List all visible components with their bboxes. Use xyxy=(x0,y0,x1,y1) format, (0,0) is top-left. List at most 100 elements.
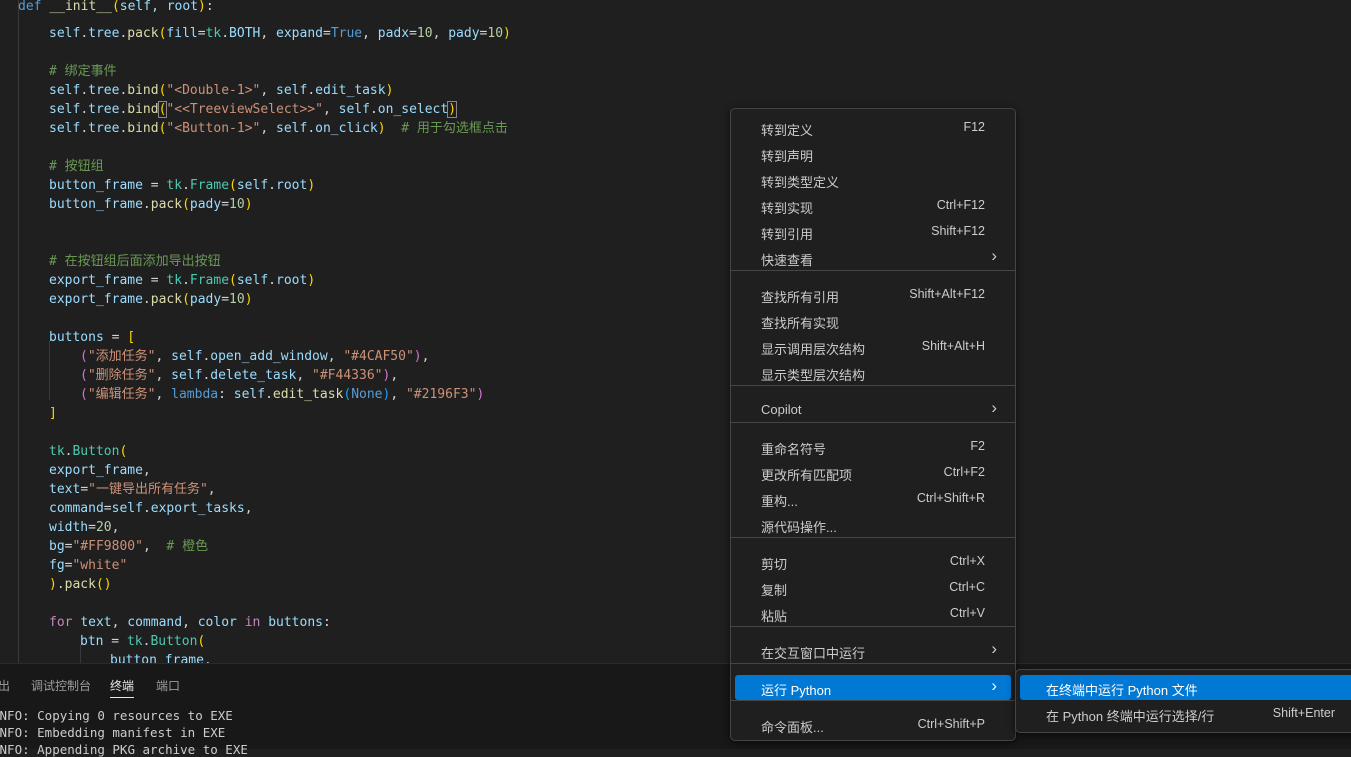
code-token: root xyxy=(276,273,308,288)
code-editor[interactable]: def __init__(self, root): self. tree. pack (… xyxy=(0,0,1351,663)
code-line[interactable]: button_frame, xyxy=(110,651,212,663)
menu-item[interactable]: 更改所有匹配项 Ctrl+F2 xyxy=(735,460,1011,485)
code-token: True xyxy=(330,26,363,41)
code-token: self xyxy=(233,387,266,402)
code-token: self xyxy=(171,368,203,383)
code-token: ) xyxy=(244,197,253,212)
code-line[interactable]: button_frame = tk.Frame(self.root) xyxy=(49,176,315,195)
code-line[interactable]: self.tree.pack(fill=tk.BOTH, expand=True… xyxy=(49,24,511,43)
code-token: : xyxy=(218,387,234,402)
code-line[interactable]: export_frame.pack(pady=10) xyxy=(49,290,253,309)
menu-item[interactable]: 查找所有实现 xyxy=(735,308,1011,333)
code-line[interactable]: ] xyxy=(49,404,57,423)
code-line[interactable]: btn = tk.Button( xyxy=(80,632,205,651)
code-token: pack xyxy=(127,26,159,41)
panel-tab[interactable]: 终端 xyxy=(110,677,135,698)
menu-item[interactable]: 重命名符号 F2 xyxy=(735,434,1011,459)
panel-tab[interactable]: 调试控制台 xyxy=(31,677,91,694)
code-token: pady xyxy=(189,197,222,212)
code-line[interactable]: fg="white" xyxy=(49,556,127,575)
code-line[interactable]: button_frame.pack(pady=10) xyxy=(49,195,253,214)
submenu-item[interactable]: 在 Python 终端中运行选择/行 Shift+Enter xyxy=(1020,701,1351,726)
code-token: [ xyxy=(127,330,136,345)
menu-item[interactable]: 转到实现 Ctrl+F12 xyxy=(735,193,1011,218)
panel-tab[interactable]: 端口 xyxy=(156,677,180,694)
menu-item[interactable]: 命令面板... Ctrl+Shift+P xyxy=(735,712,1011,737)
menu-separator xyxy=(731,422,1015,423)
submenu-item-label: 在终端中运行 Python 文件 xyxy=(1046,683,1198,698)
code-line[interactable]: ("添加任务", self.open_add_window, "#4CAF50"… xyxy=(80,347,429,366)
code-line[interactable]: tk.Button( xyxy=(49,442,127,461)
code-token: padx xyxy=(377,26,410,41)
code-token: Frame xyxy=(189,178,230,193)
code-line[interactable]: self.tree.bind("<Button-1>", self.on_cli… xyxy=(49,119,508,138)
code-token: tree xyxy=(88,121,120,136)
menu-item[interactable]: 源代码操作... xyxy=(735,512,1011,537)
code-token: self xyxy=(276,121,308,136)
code-token: button_frame xyxy=(49,178,143,193)
menu-item[interactable]: 查找所有引用 Shift+Alt+F12 xyxy=(735,282,1011,307)
menu-item[interactable]: 复制 Ctrl+C xyxy=(735,575,1011,600)
code-line[interactable]: ("删除任务", self.delete_task, "#F44336"), xyxy=(80,366,398,385)
terminal-line: INFO: Embedding manifest in EXE xyxy=(0,725,226,740)
code-line[interactable]: ("编辑任务", lambda: self.edit_task(None), "… xyxy=(80,385,484,404)
menu-item[interactable]: 快速查看 › xyxy=(735,245,1011,270)
code-token: , xyxy=(421,349,430,364)
menu-item[interactable]: 在交互窗口中运行 › xyxy=(735,638,1011,663)
code-line[interactable]: # 绑定事件 xyxy=(49,62,117,81)
code-token: . xyxy=(307,83,316,98)
code-line[interactable]: # 按钮组 xyxy=(49,157,104,176)
menu-item[interactable]: 转到引用 Shift+F12 xyxy=(735,219,1011,244)
menu-item-label: 转到实现 xyxy=(761,201,814,216)
code-line[interactable]: text="一键导出所有任务", xyxy=(49,480,216,499)
run-python-submenu: 在终端中运行 Python 文件在 Python 终端中运行选择/行 Shift+… xyxy=(1015,669,1351,733)
code-token: ) xyxy=(377,121,386,136)
code-line[interactable]: # 在按钮组后面添加导出按钮 xyxy=(49,252,221,271)
code-line[interactable]: export_frame = tk.Frame(self.root) xyxy=(49,271,315,290)
menu-item[interactable]: Copilot › xyxy=(735,397,1011,422)
code-token: "<<TreeviewSelect>>" xyxy=(166,102,323,117)
code-token: , xyxy=(155,368,172,383)
code-line[interactable]: self.tree.bind("<Double-1>", self.edit_t… xyxy=(49,81,393,100)
menu-item[interactable]: 剪切 Ctrl+X xyxy=(735,549,1011,574)
code-token: , xyxy=(203,653,212,663)
code-line[interactable]: for text, command, color in buttons: xyxy=(49,613,331,632)
code-line[interactable]: command=self.export_tasks, xyxy=(49,499,253,518)
menu-item[interactable]: 显示类型层次结构 xyxy=(735,360,1011,385)
code-token: fill xyxy=(166,26,198,41)
code-token: . xyxy=(80,83,89,98)
code-line[interactable]: def __init__(self, root): xyxy=(18,0,214,16)
code-token: 20 xyxy=(95,520,112,535)
code-line[interactable]: self.tree.bind("<<TreeviewSelect>>", sel… xyxy=(49,100,458,119)
code-token: = xyxy=(80,482,89,497)
code-token: , xyxy=(296,368,313,383)
submenu-item[interactable]: 在终端中运行 Python 文件 xyxy=(1020,675,1351,700)
code-line[interactable]: width=20, xyxy=(49,518,119,537)
code-line[interactable]: export_frame, xyxy=(49,461,151,480)
menu-item-label: 查找所有实现 xyxy=(761,316,840,331)
menu-item[interactable]: 转到声明 xyxy=(735,141,1011,166)
menu-item-label: 显示调用层次结构 xyxy=(761,342,866,357)
code-token: = xyxy=(322,26,331,41)
code-line[interactable]: buttons = [ xyxy=(49,328,135,347)
menu-item-label: 转到引用 xyxy=(761,227,814,242)
menu-item[interactable]: 转到定义 F12 xyxy=(735,115,1011,140)
code-line[interactable]: bg="#FF9800", # 橙色 xyxy=(49,537,208,556)
menu-item[interactable]: 运行 Python › xyxy=(735,675,1011,700)
panel-tab[interactable]: 出 xyxy=(0,677,10,694)
code-line[interactable]: ).pack() xyxy=(49,575,112,594)
code-token: self xyxy=(49,121,81,136)
code-token: on_select xyxy=(377,102,449,117)
code-token: self xyxy=(111,501,143,516)
code-token: __init__ xyxy=(49,0,112,14)
menu-item[interactable]: 显示调用层次结构 Shift+Alt+H xyxy=(735,334,1011,359)
menu-item[interactable]: 转到类型定义 xyxy=(735,167,1011,192)
code-token: ) xyxy=(307,273,316,288)
submenu-item-shortcut: Shift+Enter xyxy=(1272,706,1335,720)
code-token: ( xyxy=(80,368,88,383)
menu-item[interactable]: 重构... Ctrl+Shift+R xyxy=(735,486,1011,511)
code-token: ] xyxy=(49,406,57,421)
menu-item[interactable]: 粘贴 Ctrl+V xyxy=(735,601,1011,626)
code-token: # 橙色 xyxy=(166,539,209,554)
